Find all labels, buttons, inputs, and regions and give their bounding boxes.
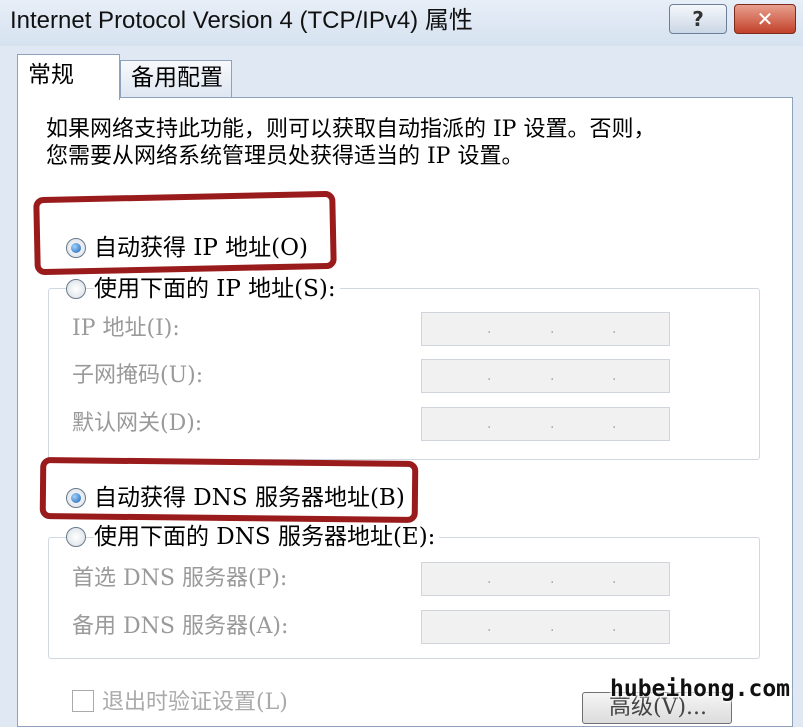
manual-ip-label: 使用下面的 IP 地址(S): [94,276,340,302]
highlight-auto-dns-annotation [39,457,419,523]
preferred-dns-label: 首选 DNS 服务器(P): [72,566,288,591]
radio-unselected-icon [66,527,86,547]
default-gateway-input[interactable]: ... [421,407,670,441]
description-line-2: 您需要从网络系统管理员处获得适当的 IP 设置。 [46,144,524,169]
manual-ip-radio[interactable]: 使用下面的 IP 地址(S): [66,274,340,304]
ip-address-label: IP 地址(I): [72,316,180,341]
close-button[interactable]: ✕ [734,4,796,34]
alternate-dns-label: 备用 DNS 服务器(A): [72,614,289,639]
validate-on-exit-label: 退出时验证设置(L) [102,690,288,715]
tab-alternate-configuration[interactable]: 备用配置 [120,60,232,98]
highlight-auto-ip-annotation [33,190,337,276]
subnet-mask-input[interactable]: ... [421,359,670,393]
window-title: Internet Protocol Version 4 (TCP/IPv4) 属… [10,7,473,34]
validate-on-exit-checkbox[interactable]: 退出时验证设置(L) [72,690,288,716]
tab-general[interactable]: 常规 [17,54,120,100]
preferred-dns-input[interactable]: ... [421,562,670,596]
manual-dns-label: 使用下面的 DNS 服务器地址(E): [94,524,440,550]
description-line-1: 如果网络支持此功能，则可以获取自动指派的 IP 设置。否则， [46,117,656,142]
watermark-text: hubeihong.com [610,676,791,702]
help-button[interactable]: ? [669,4,727,34]
default-gateway-label: 默认网关(D): [72,411,203,436]
subnet-mask-label: 子网掩码(U): [72,363,204,388]
ip-address-input[interactable]: ... [421,312,670,346]
manual-dns-radio[interactable]: 使用下面的 DNS 服务器地址(E): [66,522,440,552]
title-bar: Internet Protocol Version 4 (TCP/IPv4) 属… [0,0,803,46]
description-text: 如果网络支持此功能，则可以获取自动指派的 IP 设置。否则， 您需要从网络系统管… [46,116,766,170]
alternate-dns-input[interactable]: ... [421,610,670,644]
radio-unselected-icon [66,279,86,299]
checkbox-icon [72,690,94,712]
